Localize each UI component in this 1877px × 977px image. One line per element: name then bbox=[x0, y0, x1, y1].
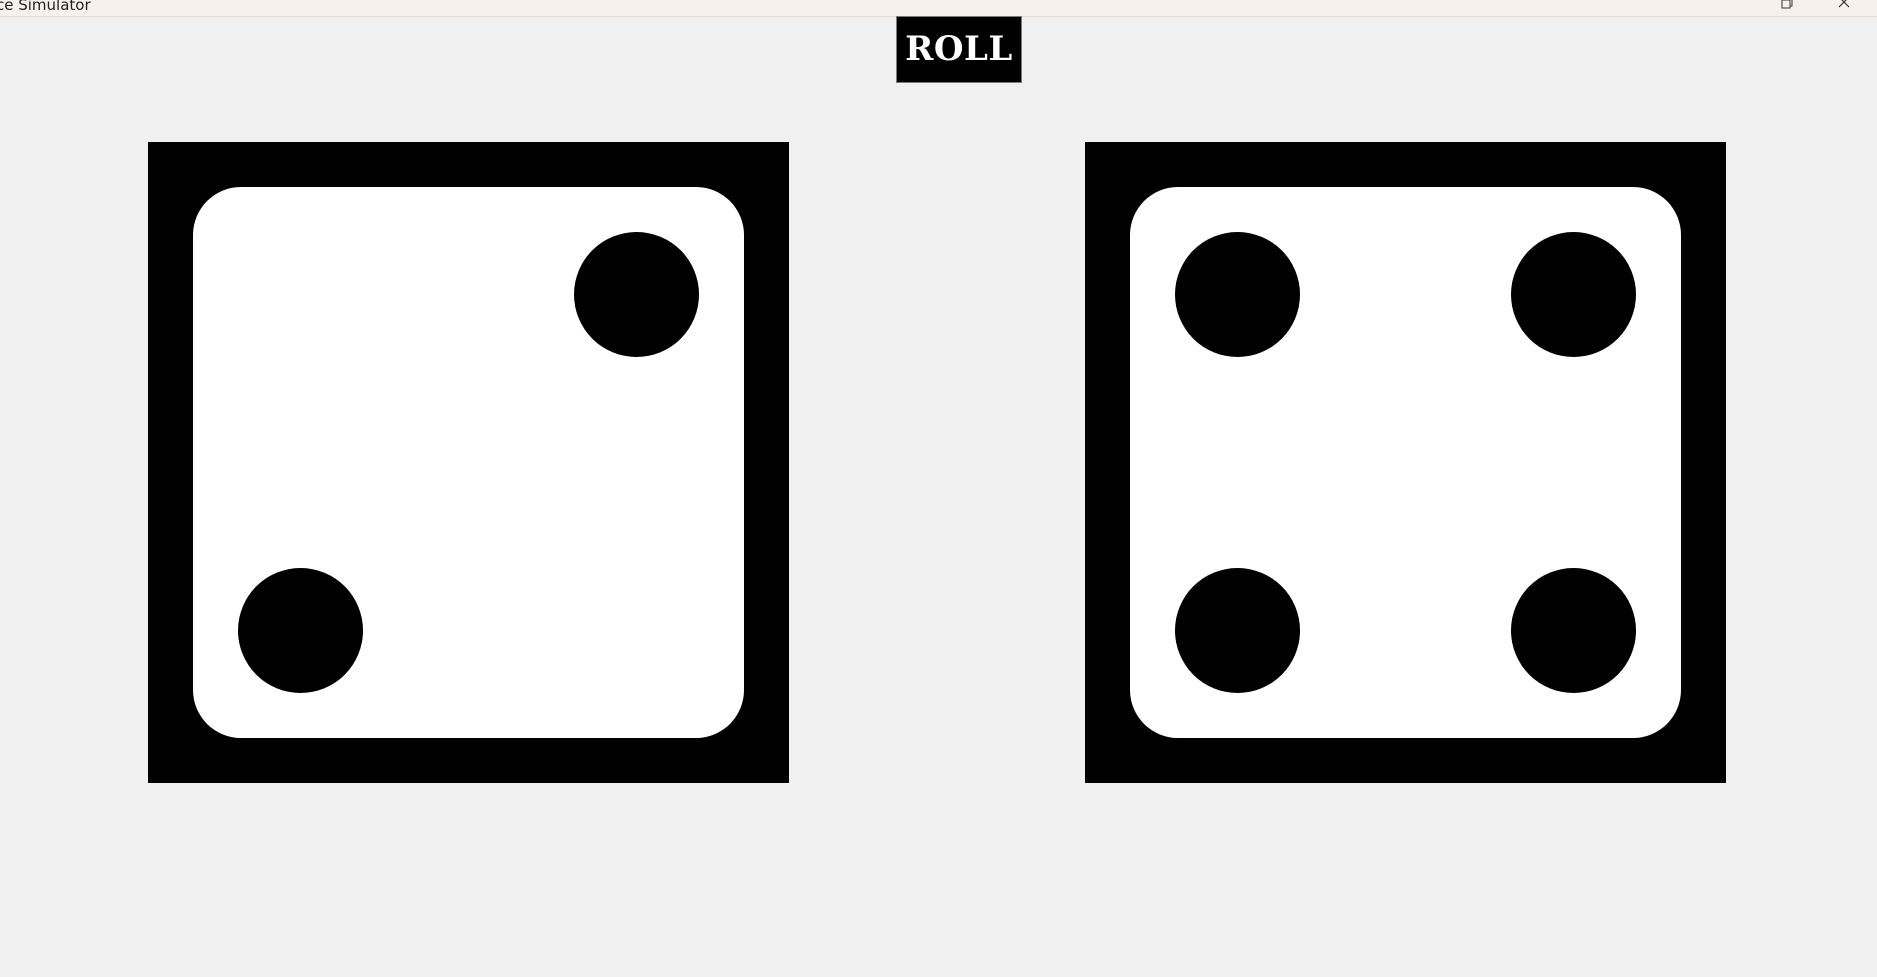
die-pip bbox=[238, 568, 363, 693]
die-pip bbox=[1511, 568, 1636, 693]
die-2 bbox=[1085, 142, 1726, 783]
die-pip bbox=[1175, 568, 1300, 693]
die-1 bbox=[148, 142, 789, 783]
restore-icon[interactable] bbox=[1780, 0, 1794, 10]
window-title: ce Simulator bbox=[0, 0, 91, 14]
title-bar: ce Simulator bbox=[0, 0, 1877, 17]
die-pip bbox=[1175, 232, 1300, 357]
die-1-face bbox=[193, 187, 744, 738]
die-2-face bbox=[1130, 187, 1681, 738]
die-pip bbox=[1511, 232, 1636, 357]
die-pip bbox=[574, 232, 699, 357]
close-icon[interactable] bbox=[1836, 0, 1852, 10]
roll-button[interactable]: ROLL bbox=[896, 16, 1022, 83]
